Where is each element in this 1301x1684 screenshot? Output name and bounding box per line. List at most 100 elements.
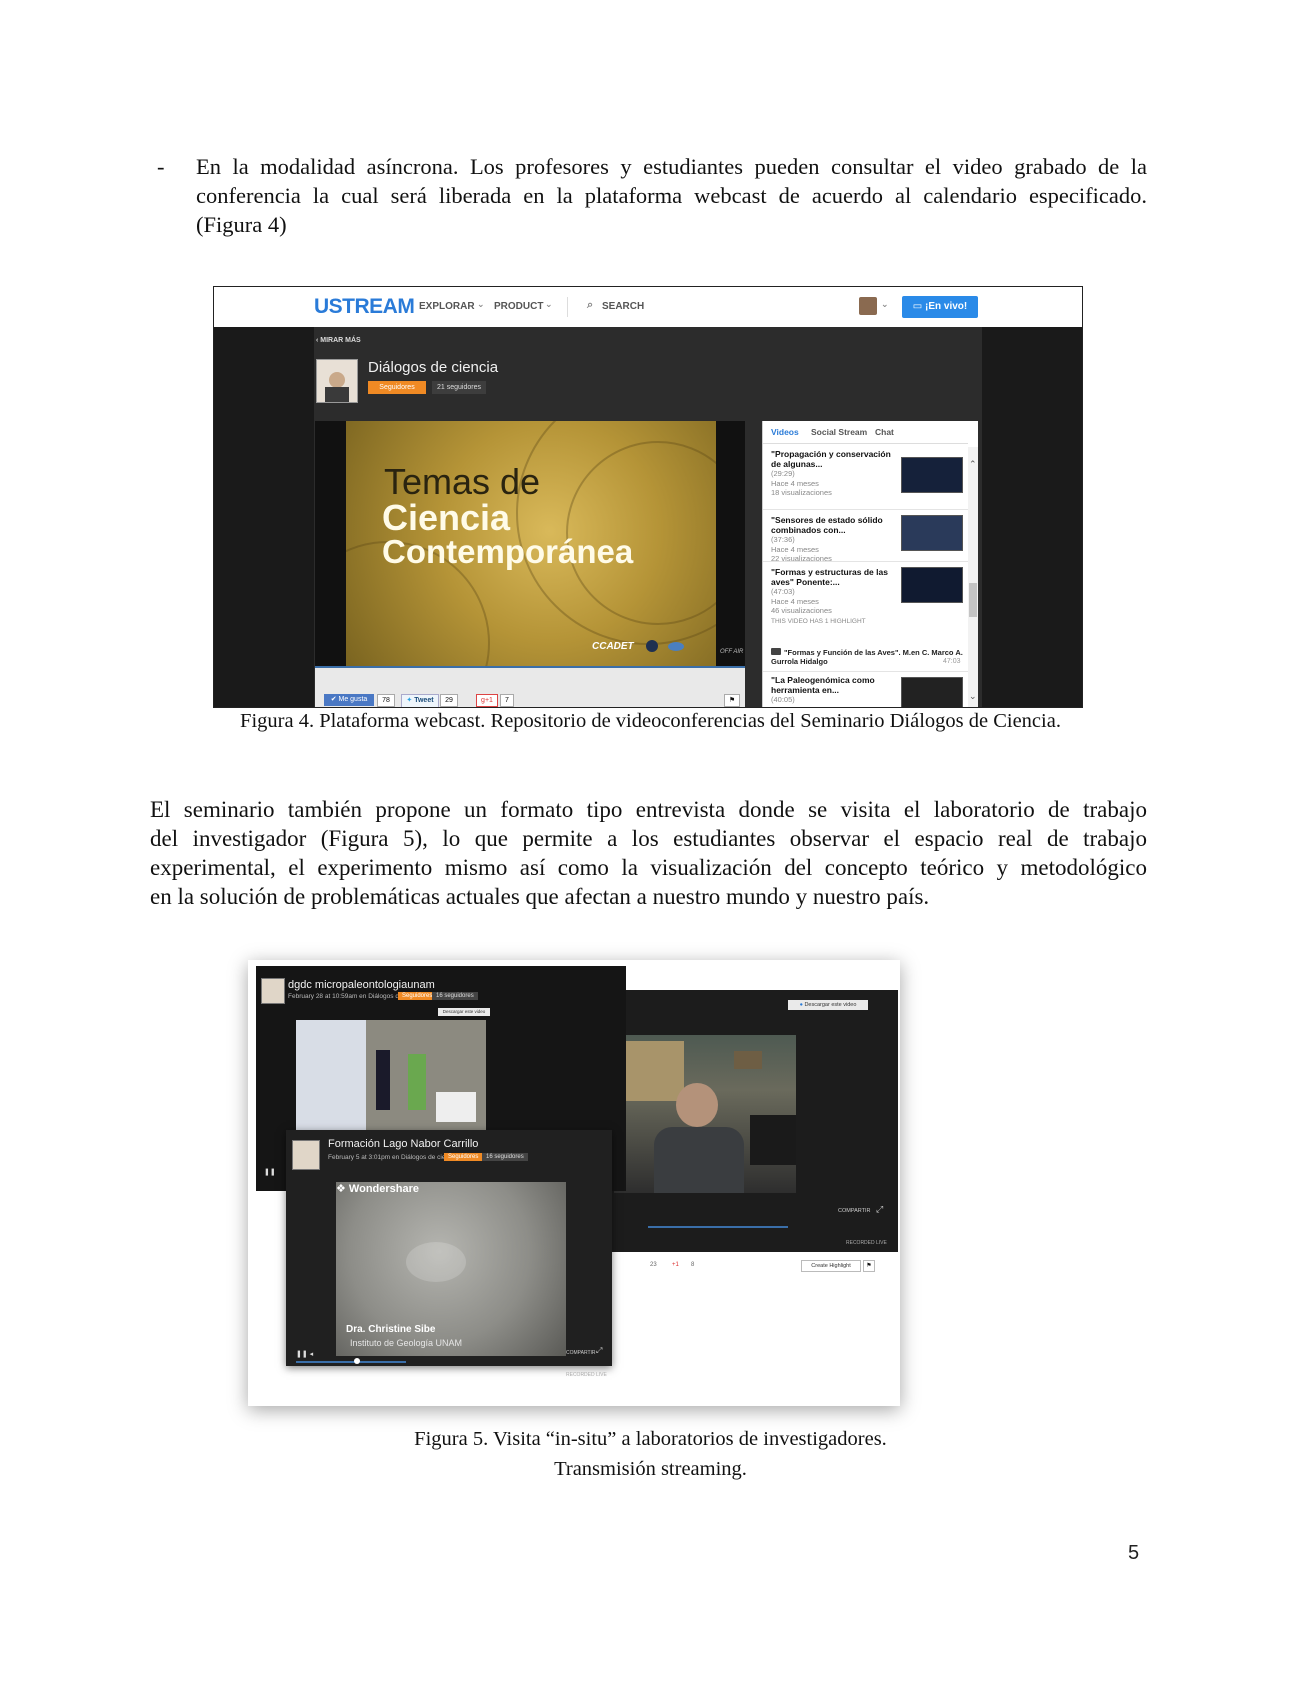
highlight-time: 47:03: [943, 658, 961, 665]
tab-videos[interactable]: Videos: [771, 427, 799, 437]
scrollbar[interactable]: [968, 447, 978, 707]
figure-5-caption-line-1: Figura 5. Visita “in-situ” a laboratorio…: [414, 1428, 887, 1450]
unam-logo-icon: [646, 640, 658, 652]
highlight-item[interactable]: "Formas y Función de las Aves". M.en C. …: [771, 648, 967, 666]
back-link[interactable]: ‹ MIRAR MÁS: [316, 337, 361, 344]
list-item[interactable]: "Formas y estructuras de las aves" Ponen…: [771, 567, 966, 626]
like-count: 78: [377, 694, 395, 707]
overlay-name: Dra. Christine Sibe: [346, 1324, 436, 1335]
channel-avatar[interactable]: [292, 1140, 320, 1170]
download-button[interactable]: ● Descargar este video: [788, 1000, 868, 1010]
nav-search[interactable]: SEARCH: [602, 301, 644, 312]
divider: [567, 297, 568, 317]
window-c-title: Formación Lago Nabor Carrillo: [328, 1138, 479, 1150]
create-highlight-button[interactable]: Create Highlight: [801, 1260, 861, 1272]
gplus-button[interactable]: g+1: [476, 694, 498, 707]
followers-count: 16 seguidores: [482, 1153, 528, 1161]
video-title: "La Paleogenómica como herramienta en...: [771, 675, 875, 695]
video-thumbnail[interactable]: [901, 457, 963, 493]
list-item[interactable]: "Sensores de estado sólido combinados co…: [771, 515, 966, 564]
figure-5-caption: Figura 5. Visita “in-situ” a laboratorio…: [0, 1424, 1301, 1484]
highlight-label: THIS VIDEO HAS 1 HIGHLIGHT: [771, 617, 866, 625]
fullscreen-icon[interactable]: ⤢: [876, 1204, 883, 1215]
figure-5-composite: ● Descargar este video COMPARTIR ⤢ RECOR…: [248, 960, 900, 1406]
share-label[interactable]: COMPARTIR: [838, 1208, 871, 1214]
watermark: ❖ Wondershare: [336, 1182, 419, 1195]
download-button[interactable]: Descargar este video: [438, 1008, 490, 1016]
nav-explorar[interactable]: EXPLORAR: [419, 301, 475, 312]
person-body: [654, 1127, 744, 1193]
avatar[interactable]: [859, 297, 877, 315]
wondershare-logo-icon: ❖: [336, 1183, 349, 1195]
person-figure: [408, 1054, 426, 1110]
flag-icon[interactable]: ⚑: [863, 1260, 875, 1272]
video-poster[interactable]: Temas de Ciencia Contemporánea CCADET: [346, 421, 716, 666]
paragraph-line-1: El seminario también propone un formato …: [150, 797, 1147, 822]
list-item[interactable]: "La Paleogenómica como herramienta en...…: [771, 675, 966, 707]
list-item[interactable]: "Propagación y conservación de algunas..…: [771, 449, 966, 498]
channel-avatar[interactable]: [261, 978, 285, 1004]
follow-button[interactable]: Seguidores: [444, 1153, 483, 1161]
chevron-down-icon[interactable]: ⌄: [969, 691, 977, 702]
video-frame[interactable]: ❖ Wondershare Dra. Christine Sibe Instit…: [336, 1182, 566, 1356]
video-frame[interactable]: [614, 1035, 796, 1193]
fullscreen-icon[interactable]: ⤢: [596, 1346, 602, 1356]
followers-count: 21 seguidores: [432, 381, 486, 394]
status-label: OFF AIR: [720, 649, 744, 655]
progress-handle[interactable]: [354, 1358, 360, 1364]
right-gutter: [982, 327, 1082, 707]
nav-product[interactable]: PRODUCT: [494, 301, 543, 312]
tab-divider: [763, 443, 968, 444]
tweet-count: 29: [440, 694, 458, 707]
video-views: 46 visualizaciones: [771, 606, 832, 615]
camera-icon: ▭: [912, 301, 925, 312]
projection-screen: [296, 1020, 366, 1132]
tab-chat[interactable]: Chat: [875, 427, 894, 437]
window-c-subtitle: February 5 at 3:01pm en Diálogos de cien…: [328, 1154, 458, 1161]
progress-bar[interactable]: [296, 1361, 406, 1363]
chevron-down-icon: ⌄: [881, 299, 889, 309]
search-icon[interactable]: ⌕: [587, 299, 593, 312]
video-frame[interactable]: [296, 1020, 486, 1132]
shelf-object: [734, 1051, 762, 1069]
person-body: [325, 387, 349, 402]
bullet-line-3: (Figura 4): [196, 212, 287, 237]
fish-logo-icon: [668, 642, 684, 651]
tweet-button[interactable]: ✦ Tweet: [401, 694, 439, 707]
watermark-label: Wondershare: [348, 1183, 420, 1195]
lab-bench: [436, 1092, 476, 1122]
gplus-label: +1: [484, 697, 493, 704]
person-head: [676, 1083, 718, 1127]
ustream-logo[interactable]: USTREAM: [314, 295, 415, 319]
page-number: 5: [1128, 1542, 1140, 1564]
video-thumbnail[interactable]: [901, 567, 963, 603]
window-a-title: dgdc micropaleontologiaunam: [288, 979, 435, 991]
progress-bar[interactable]: [648, 1226, 788, 1228]
bullet-line-1: En la modalidad asíncrona. Los profesore…: [196, 154, 1147, 179]
tab-social-stream[interactable]: Social Stream: [811, 427, 867, 437]
follow-button[interactable]: Seguidores: [368, 381, 426, 394]
gplus-button[interactable]: +1: [672, 1262, 679, 1268]
play-pause-icon[interactable]: ❚❚ ◂: [296, 1350, 313, 1358]
flag-icon[interactable]: ⚑: [724, 694, 740, 707]
play-pause-icon[interactable]: ❚❚: [264, 1168, 276, 1176]
live-button[interactable]: ▭ ¡En vivo!: [902, 296, 978, 318]
poster-title-line-3: Contemporánea: [382, 533, 634, 570]
chevron-down-icon: ⌄: [545, 299, 553, 309]
window-light: [626, 1041, 684, 1101]
gplus-count: 8: [691, 1262, 695, 1268]
chevron-up-icon[interactable]: ⌃: [969, 459, 977, 470]
scrollbar-thumb[interactable]: [969, 583, 977, 617]
video-thumbnail[interactable]: [901, 677, 963, 707]
share-label[interactable]: COMPARTIR: [566, 1350, 596, 1356]
video-title: "Sensores de estado sólido combinados co…: [771, 515, 883, 535]
video-thumbnail[interactable]: [901, 515, 963, 551]
channel-avatar[interactable]: [316, 359, 358, 403]
divider: [763, 561, 968, 562]
like-button[interactable]: ✔ Me gusta: [324, 694, 374, 706]
video-camera-icon: [771, 648, 781, 655]
highlight-title: "Formas y Función de las Aves". M.en C. …: [771, 648, 963, 666]
person-head: [329, 372, 345, 388]
status-label: RECORDED LIVE: [566, 1372, 607, 1378]
follow-button[interactable]: Seguidores: [398, 992, 437, 1000]
